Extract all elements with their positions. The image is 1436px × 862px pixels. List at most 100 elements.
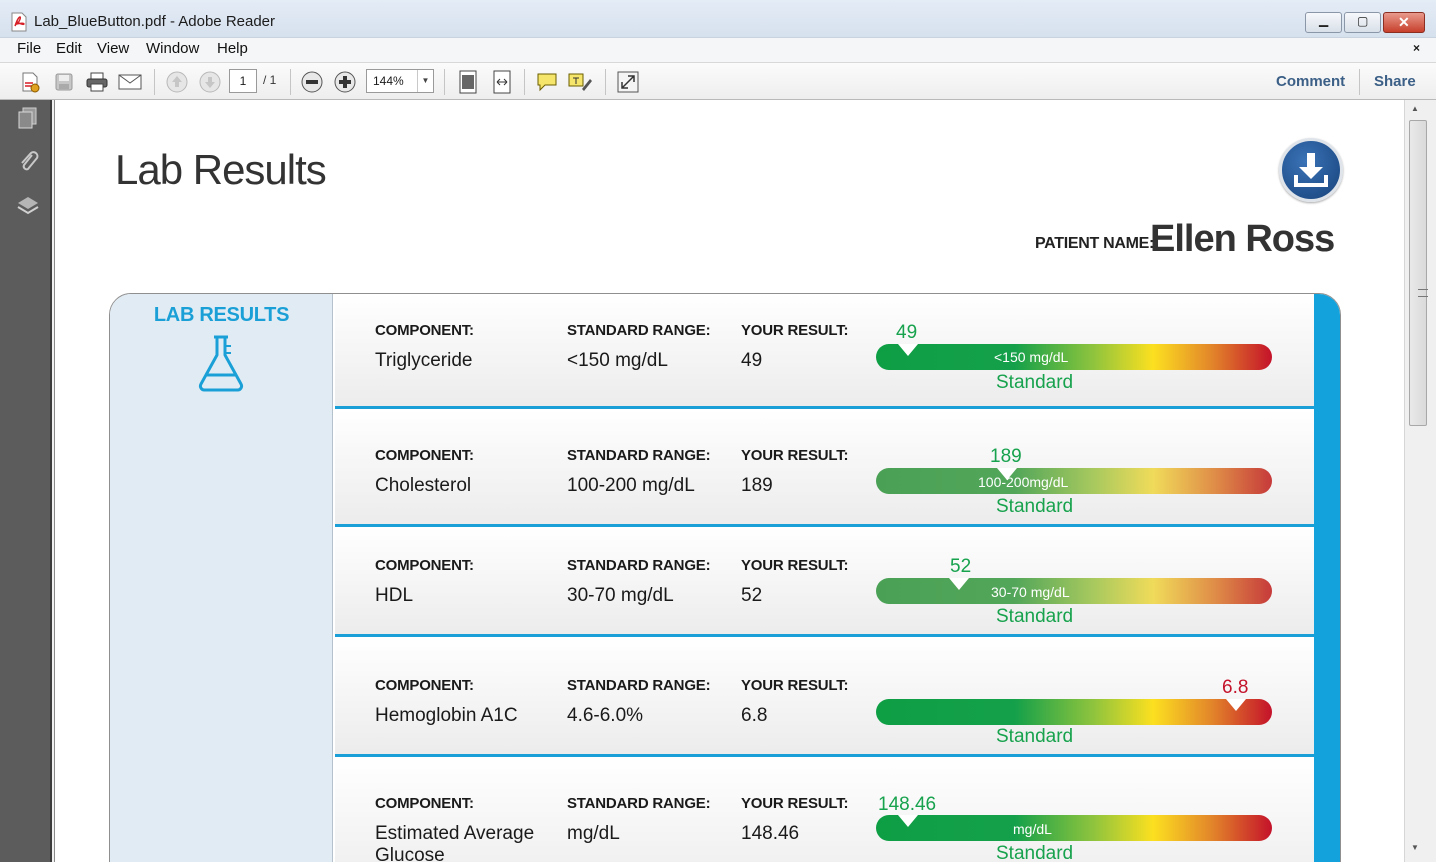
result-label: YOUR RESULT: [741, 557, 849, 574]
result-status: Standard [996, 606, 1074, 627]
result-label: YOUR RESULT: [741, 447, 849, 464]
result-status: Standard [996, 372, 1074, 393]
email-button[interactable] [117, 69, 143, 95]
scrollbar-grip [1418, 289, 1428, 297]
component-name: Triglyceride [375, 350, 473, 371]
result-label: YOUR RESULT: [741, 795, 849, 812]
download-button[interactable] [1279, 138, 1343, 202]
highlight-text-button[interactable] [567, 69, 593, 95]
scroll-down-icon[interactable]: ▼ [1411, 843, 1419, 852]
result-status: Standard [996, 726, 1074, 747]
standard-range: <150 mg/dL [567, 350, 668, 371]
expand-icon [617, 71, 639, 93]
result-row-estimated-average-glucose: COMPONENT: STANDARD RANGE: YOUR RESULT: … [335, 757, 1314, 862]
zoom-out-button[interactable] [299, 69, 325, 95]
range-label: STANDARD RANGE: [567, 447, 711, 464]
toolbar-separator [524, 69, 525, 95]
toolbar-separator [444, 69, 445, 95]
menu-edit[interactable]: Edit [56, 40, 82, 57]
toolbar-separator [605, 69, 606, 95]
result-row-hemoglobin-a1c: COMPONENT: STANDARD RANGE: YOUR RESULT: … [335, 637, 1314, 757]
lab-results-heading: LAB RESULTS [153, 304, 290, 326]
range-label: STANDARD RANGE: [567, 322, 711, 339]
close-document-icon[interactable]: × [1413, 41, 1420, 55]
component-label: COMPONENT: [375, 322, 474, 339]
zoom-level-value: 144% [373, 74, 404, 88]
comment-bubble-icon [537, 73, 557, 92]
close-window-button[interactable]: ✕ [1383, 12, 1425, 33]
lab-results-card: LAB RESULTS COMPONENT: STANDARD RANGE: Y… [109, 293, 1341, 862]
page-number-input[interactable]: 1 [229, 69, 257, 93]
menu-window[interactable]: Window [146, 40, 199, 57]
result-gauge-bar: 30-70 mg/dL [876, 578, 1272, 604]
flask-icon [198, 335, 244, 392]
component-label: COMPONENT: [375, 677, 474, 694]
menu-view[interactable]: View [97, 40, 129, 57]
sticky-note-button[interactable] [534, 69, 560, 95]
gauge-pointer [996, 468, 1017, 480]
minimize-button[interactable]: ▁ [1305, 12, 1342, 33]
result-gauge-bar: mg/dL [876, 815, 1272, 841]
standard-range: mg/dL [567, 823, 620, 844]
fit-page-button[interactable] [455, 69, 481, 95]
result-label: YOUR RESULT: [741, 677, 849, 694]
gauge-marker-value: 52 [950, 556, 972, 577]
result-status: Standard [996, 496, 1074, 517]
result-status: Standard [996, 843, 1074, 862]
scroll-up-icon[interactable]: ▲ [1411, 104, 1419, 113]
adobe-pdf-icon [11, 12, 27, 32]
your-result: 148.46 [741, 823, 800, 844]
scrollbar-thumb[interactable] [1409, 120, 1428, 426]
vertical-scrollbar[interactable]: ▲ ▼ [1404, 100, 1436, 862]
standard-range: 100-200 mg/dL [567, 475, 695, 496]
maximize-button[interactable]: ▢ [1344, 12, 1381, 33]
toolbar-separator [290, 69, 291, 95]
menu-file[interactable]: File [17, 40, 41, 57]
document-page: Lab Results PATIENT NAME: Ellen Ross LAB… [54, 100, 1404, 862]
layers-icon[interactable] [16, 194, 40, 218]
share-button[interactable]: Share [1374, 73, 1416, 90]
your-result: 189 [741, 475, 773, 496]
highlight-pen-icon [568, 73, 592, 91]
comment-button[interactable]: Comment [1276, 73, 1345, 90]
result-row-triglyceride: COMPONENT: STANDARD RANGE: YOUR RESULT: … [335, 294, 1314, 409]
page-thumbnails-icon[interactable] [16, 106, 40, 130]
create-pdf-button[interactable] [17, 69, 43, 95]
gauge-pointer [1226, 699, 1247, 711]
gauge-pointer [897, 344, 918, 356]
menu-help[interactable]: Help [217, 40, 248, 57]
arrow-up-circle-icon [166, 71, 188, 93]
print-button[interactable] [84, 69, 110, 95]
navigation-pane [0, 100, 52, 862]
result-gauge-bar: <150 mg/dL [876, 344, 1272, 370]
gauge-marker-value: 6.8 [1222, 677, 1249, 698]
gauge-marker-value: 148.46 [878, 794, 937, 815]
save-button[interactable] [51, 69, 77, 95]
your-result: 49 [741, 350, 763, 371]
gauge-pointer [949, 578, 970, 590]
result-row-hdl: COMPONENT: STANDARD RANGE: YOUR RESULT: … [335, 527, 1314, 637]
range-label: STANDARD RANGE: [567, 677, 711, 694]
component-name: Hemoglobin A1C [375, 705, 518, 726]
next-page-button[interactable] [197, 69, 223, 95]
arrow-down-circle-icon [199, 71, 221, 93]
zoom-in-button[interactable] [332, 69, 358, 95]
toolbar: 1 / 1 144% ▼ Comment Share [0, 62, 1436, 100]
gauge-range-label: 30-70 mg/dL [991, 584, 1070, 600]
toolbar-separator [154, 69, 155, 95]
envelope-icon [118, 74, 142, 90]
range-label: STANDARD RANGE: [567, 557, 711, 574]
component-label: COMPONENT: [375, 557, 474, 574]
attachments-icon[interactable] [16, 150, 40, 174]
full-screen-button[interactable] [615, 69, 641, 95]
gauge-range-label: mg/dL [1013, 821, 1052, 837]
previous-page-button[interactable] [164, 69, 190, 95]
dropdown-arrow-icon: ▼ [417, 70, 433, 92]
window-title: Lab_BlueButton.pdf - Adobe Reader [34, 13, 276, 30]
result-gauge-bar [876, 699, 1272, 725]
fit-page-icon [459, 70, 477, 94]
download-icon [1294, 153, 1328, 187]
component-name: Estimated Average Glucose [375, 823, 535, 862]
fit-width-button[interactable] [489, 69, 515, 95]
zoom-level-select[interactable]: 144% ▼ [366, 69, 434, 93]
